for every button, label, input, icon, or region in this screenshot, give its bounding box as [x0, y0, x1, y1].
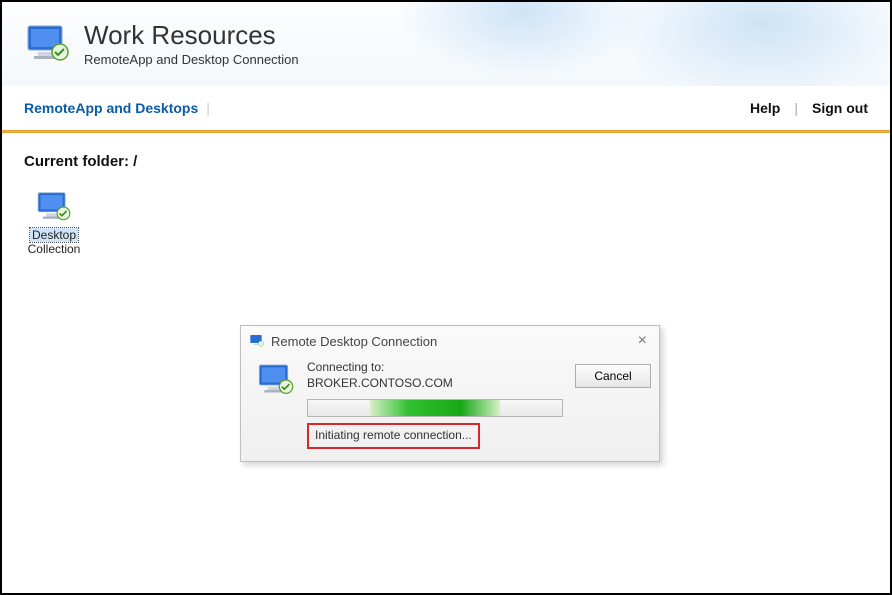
nav-separator: |: [794, 100, 798, 116]
item-label-line2: Collection: [24, 242, 84, 256]
header-text: Work Resources RemoteApp and Desktop Con…: [84, 21, 299, 67]
app-subtitle: RemoteApp and Desktop Connection: [84, 52, 299, 67]
connecting-label: Connecting to:: [307, 360, 563, 376]
nav-remoteapp-link[interactable]: RemoteApp and Desktops: [24, 100, 198, 116]
content-area: Current folder: / Desktop Collection: [2, 133, 890, 276]
nav-bar: RemoteApp and Desktops | Help | Sign out: [2, 86, 890, 130]
dialog-title: Remote Desktop Connection: [271, 334, 437, 349]
nav-help-link[interactable]: Help: [750, 100, 780, 116]
close-icon[interactable]: ×: [634, 332, 651, 350]
item-desktop-collection[interactable]: Desktop Collection: [24, 188, 84, 256]
nav-divider: |: [206, 100, 210, 116]
item-label-line1: Desktop: [30, 228, 78, 242]
progress-fill: [370, 400, 500, 416]
desktop-collection-icon: [33, 188, 75, 226]
items-list: Desktop Collection: [24, 188, 868, 256]
header: Work Resources RemoteApp and Desktop Con…: [2, 2, 890, 86]
status-highlight: Initiating remote connection...: [307, 423, 480, 449]
dialog-titlebar: Remote Desktop Connection ×: [241, 326, 659, 356]
nav-signout-link[interactable]: Sign out: [812, 100, 868, 116]
connecting-host: BROKER.CONTOSO.COM: [307, 376, 563, 392]
current-folder-label: Current folder: /: [24, 153, 868, 170]
dialog-body: Connecting to: BROKER.CONTOSO.COM Cancel…: [241, 356, 659, 461]
rdc-dialog: Remote Desktop Connection × Connecting t…: [240, 325, 660, 462]
rdc-body-icon: [255, 360, 297, 400]
cancel-button[interactable]: Cancel: [575, 364, 651, 388]
app-logo-icon: [24, 20, 72, 68]
rdc-title-icon: [249, 333, 265, 349]
status-text: Initiating remote connection...: [315, 428, 472, 442]
progress-bar: [307, 399, 563, 417]
app-title: Work Resources: [84, 21, 299, 50]
